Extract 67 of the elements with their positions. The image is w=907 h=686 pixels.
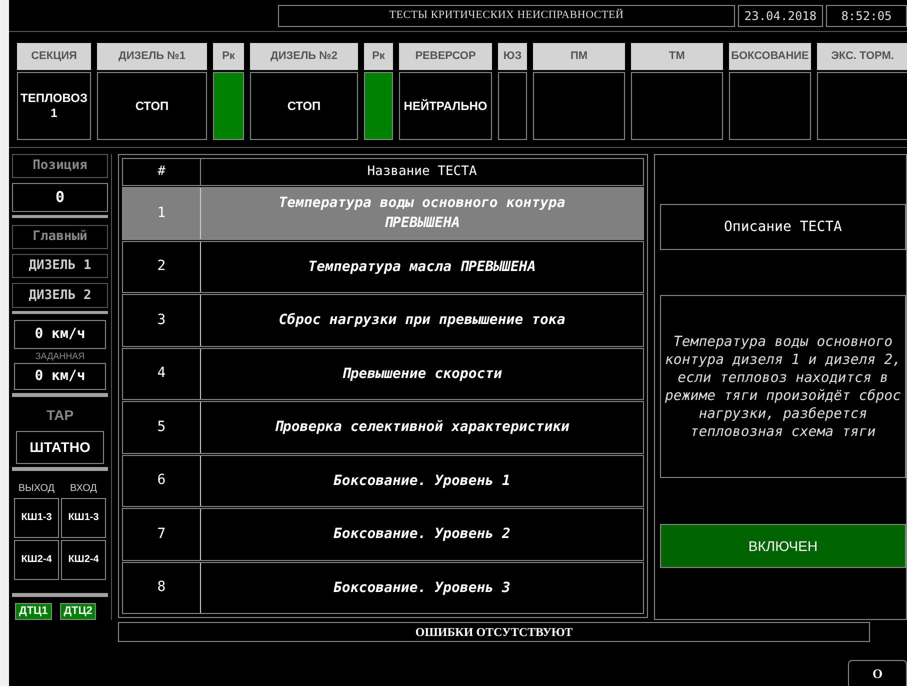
set-speed-value: 0 км/ч — [14, 362, 106, 390]
test-number: 1 — [123, 188, 201, 238]
test-row[interactable]: 3 Сброс нагрузки при превышение тока — [122, 294, 644, 346]
speed-value: 0 км/ч — [14, 320, 106, 349]
column-header: СЕКЦИЯ — [17, 43, 91, 70]
test-name: Превышение скорости — [340, 364, 504, 384]
time-display: 8:52:05 — [826, 4, 907, 26]
enable-button[interactable]: ВКЛЮЧЕН — [660, 524, 906, 568]
valve-status: КШ1-3 — [61, 498, 106, 538]
io-column-label: ВЫХОД — [17, 482, 56, 496]
position-value: 0 — [12, 183, 108, 212]
column-header: РЕВЕРСОР — [399, 43, 492, 70]
column-header: ПМ — [533, 43, 625, 70]
valve-status: КШ2-4 — [14, 540, 59, 580]
test-name: Боксование. Уровень 2 — [332, 525, 512, 544]
column-header: Рк — [364, 43, 393, 70]
test-name: Температура воды основного контура ПРЕВЫШЕНА — [278, 194, 566, 234]
test-row[interactable]: 6 Боксование. Уровень 1 — [122, 454, 644, 507]
column-header: ДИЗЕЛЬ №1 — [97, 43, 207, 70]
test-number: 4 — [123, 348, 201, 399]
diesel-label: ДИЗЕЛЬ 1 — [12, 254, 108, 278]
test-number: 6 — [123, 456, 201, 506]
test-row[interactable]: 1 Температура воды основного контура ПРЕВЫШЕНА — [122, 187, 644, 240]
test-number: 5 — [123, 402, 201, 452]
valve-status: КШ2-4 — [61, 540, 106, 580]
tar-value: ШТАТНО — [16, 431, 104, 464]
status-value: НЕЙТРАЛЬНО — [399, 72, 492, 140]
test-name: Сброс нагрузки при превышение тока — [278, 311, 566, 330]
column-header: # — [123, 159, 201, 185]
column-header: БОКСОВАНИЕ — [729, 43, 811, 70]
diesel-label: ДИЗЕЛЬ 2 — [12, 283, 108, 308]
bottom-button[interactable]: О — [848, 660, 907, 686]
error-status: ОШИБКИ ОТСУТСТВУЮТ — [118, 622, 870, 642]
position-label: Позиция — [12, 154, 108, 178]
tar-label: ТАР — [45, 406, 75, 425]
status-value: СТОП — [97, 72, 207, 140]
valve-status: КШ1-3 — [14, 498, 59, 538]
main-label: Главный — [12, 225, 108, 249]
test-number: 7 — [123, 509, 201, 560]
test-number: 8 — [123, 562, 201, 613]
test-name: Проверка селективной характеристики — [273, 418, 570, 438]
test-row[interactable]: 7 Боксование. Уровень 2 — [122, 508, 644, 560]
column-header: Рк — [213, 43, 244, 70]
column-header: Название ТЕСТА — [366, 163, 478, 182]
column-header: ЭКС. ТОРМ. — [817, 43, 907, 70]
column-header: ТМ — [631, 43, 723, 70]
status-value: СТОП — [250, 72, 358, 140]
test-name: Боксование. Уровень 3 — [332, 578, 512, 598]
dtc-indicator: ДТЦ2 — [60, 602, 96, 620]
column-header: ЮЗ — [498, 43, 527, 70]
column-header: ДИЗЕЛЬ №2 — [250, 43, 358, 70]
status-value: ТЕПЛОВОЗ 1 — [17, 72, 91, 140]
screen-title: ТЕСТЫ КРИТИЧЕСКИХ НЕИСПРАВНОСТЕЙ — [278, 4, 735, 26]
test-name: Температура масла ПРЕВЫШЕНА — [307, 258, 537, 277]
test-number: 2 — [123, 242, 201, 292]
test-row[interactable]: 4 Превышение скорости — [122, 348, 644, 400]
dtc-indicator: ДТЦ1 — [15, 602, 52, 620]
io-column-label: ВХОД — [69, 482, 98, 496]
test-row[interactable]: 5 Проверка селективной характеристики — [122, 401, 644, 454]
date-display: 23.04.2018 — [738, 4, 823, 26]
test-row[interactable]: 8 Боксование. Уровень 3 — [122, 562, 644, 614]
test-name: Боксование. Уровень 1 — [332, 472, 512, 491]
description-text: Температура воды основного контура дизеля 1 и дизеля 2, если тепловоз находится в режиме тяги произойдёт сброс нагрузки, разберется тепловозная схема тяги — [660, 295, 906, 478]
description-title: Описание ТЕСТА — [660, 204, 906, 250]
test-number: 3 — [123, 295, 201, 346]
test-row[interactable]: 2 Температура масла ПРЕВЫШЕНА — [122, 240, 644, 293]
set-speed-label: ЗАДАННАЯ — [34, 350, 86, 363]
